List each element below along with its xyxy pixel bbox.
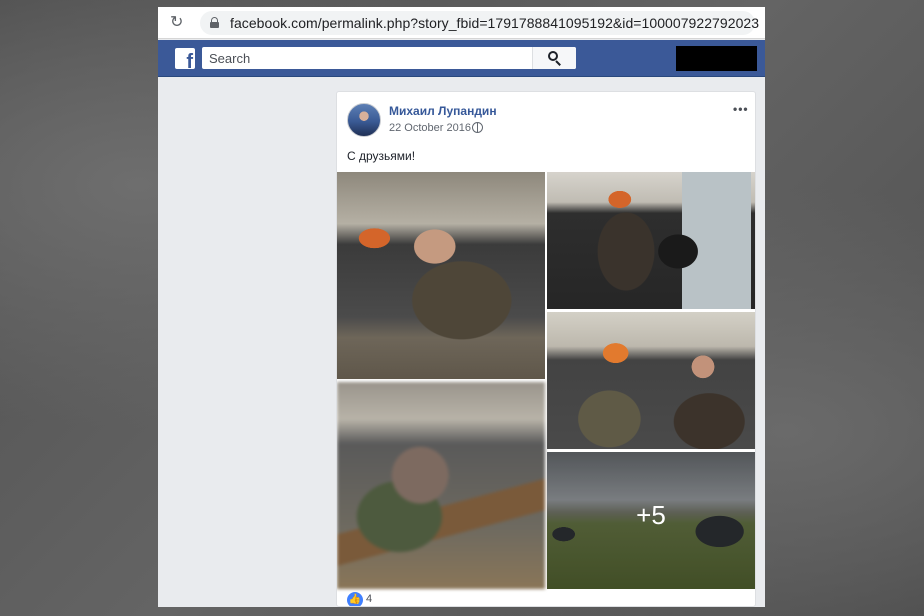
- post-date[interactable]: 22 October 2016: [389, 122, 471, 134]
- browser-window: ↻ facebook.com/permalink.php?story_fbid=…: [158, 7, 765, 607]
- more-options-icon[interactable]: •••: [733, 103, 749, 115]
- globe-icon: [472, 122, 483, 133]
- facebook-header: f: [158, 40, 765, 77]
- post-text: С друзьями!: [347, 149, 416, 163]
- post-author[interactable]: Михаил Лупандин: [389, 104, 497, 118]
- reload-icon[interactable]: ↻: [170, 13, 188, 31]
- post-card: Михаил Лупандин 22 October 2016 ••• С др…: [336, 91, 756, 607]
- url-text[interactable]: facebook.com/permalink.php?story_fbid=17…: [230, 15, 759, 31]
- address-bar: ↻ facebook.com/permalink.php?story_fbid=…: [158, 7, 765, 39]
- avatar[interactable]: [347, 103, 381, 137]
- post-photo-4[interactable]: [337, 382, 545, 589]
- post-photo-3[interactable]: [547, 312, 755, 449]
- search-icon: [548, 51, 562, 66]
- post-photo-2[interactable]: [547, 172, 755, 309]
- search-input[interactable]: [202, 47, 532, 69]
- more-photos-count[interactable]: +5: [547, 500, 755, 531]
- post-photo-1[interactable]: [337, 172, 545, 379]
- search-button[interactable]: [532, 47, 576, 69]
- search-box: [202, 47, 576, 69]
- redacted-profile-area: [676, 46, 757, 71]
- lock-icon[interactable]: [210, 17, 219, 28]
- like-icon: 👍: [347, 592, 363, 606]
- post-photo-5[interactable]: +5: [547, 452, 755, 589]
- facebook-logo[interactable]: f: [175, 48, 195, 69]
- url-field[interactable]: facebook.com/permalink.php?story_fbid=17…: [200, 11, 759, 35]
- like-count[interactable]: 4: [366, 593, 372, 605]
